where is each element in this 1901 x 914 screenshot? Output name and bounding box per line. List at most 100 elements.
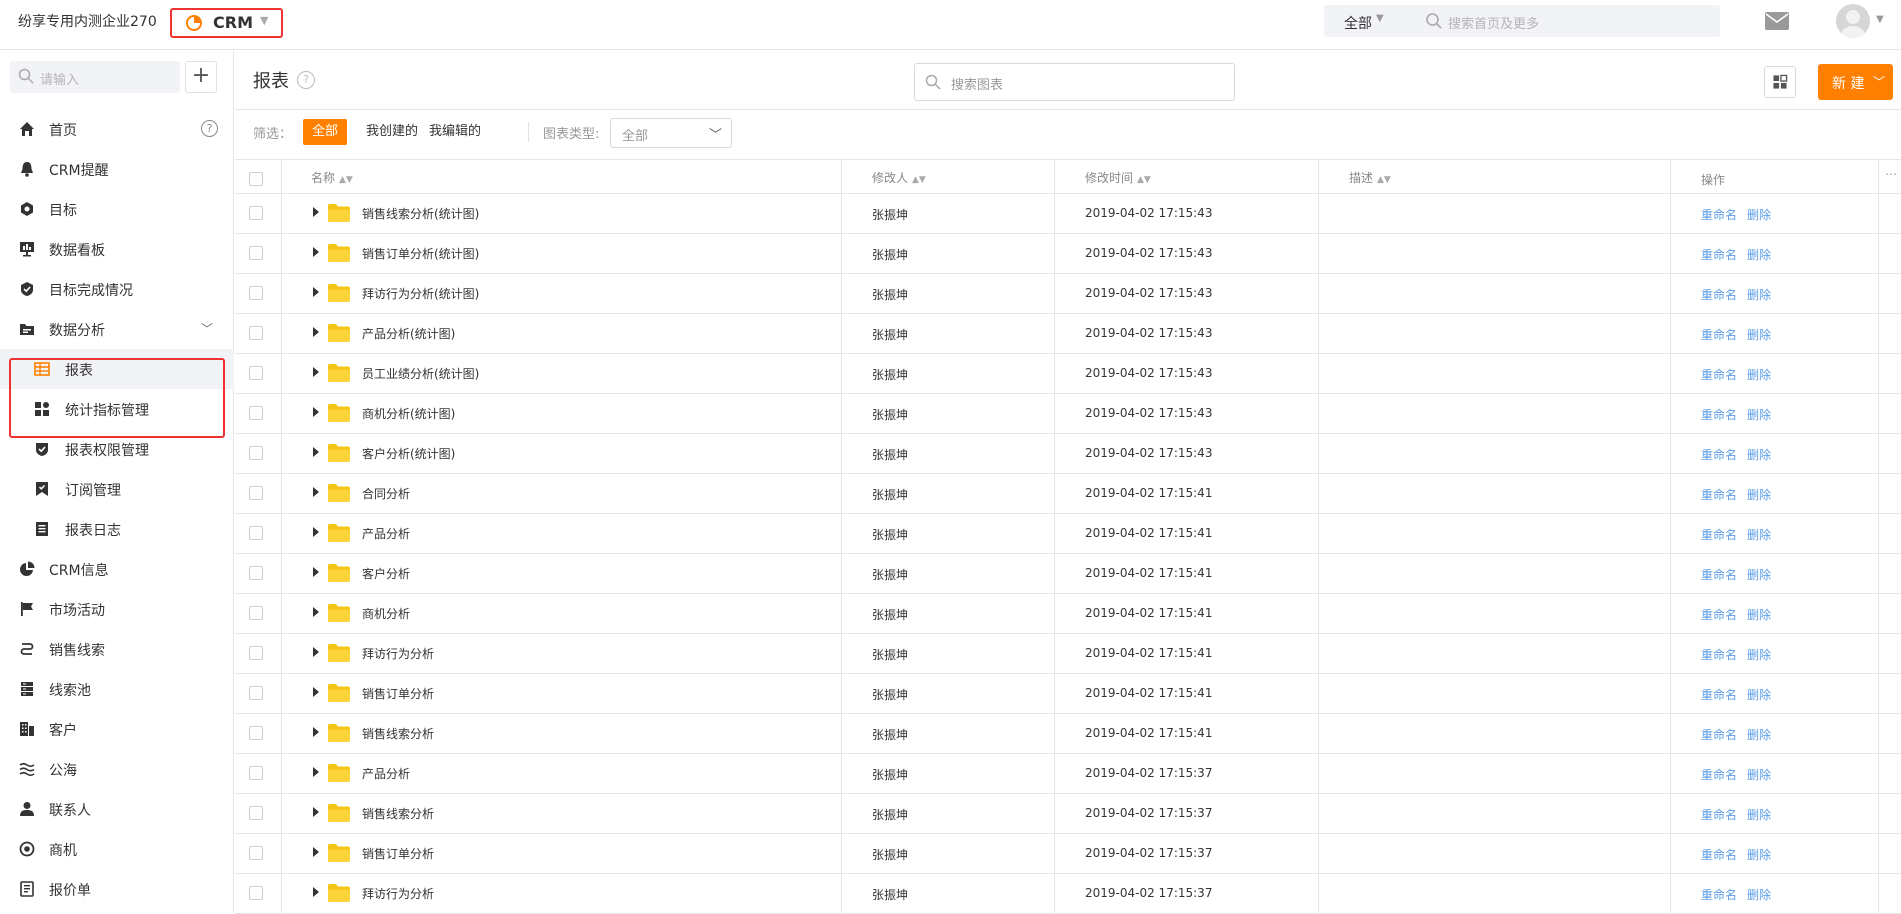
- sidebar-item-crm-reminder[interactable]: CRM提醒: [0, 149, 234, 189]
- row-checkbox[interactable]: [249, 806, 263, 820]
- rename-link[interactable]: 重命名: [1701, 606, 1737, 623]
- sidebar-item-lead-pool[interactable]: 线索池: [0, 669, 234, 709]
- rename-link[interactable]: 重命名: [1701, 206, 1737, 223]
- chart-search[interactable]: 搜索图表: [914, 63, 1235, 101]
- rename-link[interactable]: 重命名: [1701, 806, 1737, 823]
- report-name[interactable]: 客户分析: [362, 565, 410, 582]
- report-name[interactable]: 产品分析: [362, 525, 410, 542]
- sort-icon[interactable]: ▲▼: [1377, 175, 1391, 185]
- row-checkbox[interactable]: [249, 526, 263, 540]
- sidebar-item-report-log[interactable]: 报表日志: [0, 509, 234, 549]
- column-header-mtime[interactable]: 修改时间 ▲▼: [1085, 169, 1151, 186]
- table-row[interactable]: 产品分析 张振坤 2019-04-02 17:15:41 重命名 删除: [235, 514, 1901, 554]
- delete-link[interactable]: 删除: [1747, 286, 1771, 303]
- sidebar-item-home[interactable]: 首页 ?: [0, 109, 234, 149]
- table-row[interactable]: 员工业绩分析(统计图) 张振坤 2019-04-02 17:15:43 重命名 …: [235, 354, 1901, 394]
- delete-link[interactable]: 删除: [1747, 766, 1771, 783]
- rename-link[interactable]: 重命名: [1701, 406, 1737, 423]
- report-name[interactable]: 拜访行为分析: [362, 645, 434, 662]
- table-row[interactable]: 商机分析 张振坤 2019-04-02 17:15:41 重命名 删除: [235, 594, 1901, 634]
- delete-link[interactable]: 删除: [1747, 686, 1771, 703]
- report-name[interactable]: 拜访行为分析(统计图): [362, 285, 479, 302]
- report-name[interactable]: 销售线索分析: [362, 805, 434, 822]
- sidebar-item-contacts[interactable]: 联系人: [0, 789, 234, 829]
- table-row[interactable]: 合同分析 张振坤 2019-04-02 17:15:41 重命名 删除: [235, 474, 1901, 514]
- help-icon[interactable]: ?: [201, 120, 218, 137]
- table-row[interactable]: 销售线索分析 张振坤 2019-04-02 17:15:41 重命名 删除: [235, 714, 1901, 754]
- row-checkbox[interactable]: [249, 246, 263, 260]
- row-checkbox[interactable]: [249, 646, 263, 660]
- expand-arrow-icon[interactable]: [313, 687, 319, 697]
- row-checkbox[interactable]: [249, 206, 263, 220]
- row-checkbox[interactable]: [249, 446, 263, 460]
- help-icon[interactable]: ?: [297, 71, 315, 89]
- expand-arrow-icon[interactable]: [313, 407, 319, 417]
- column-header-name[interactable]: 名称 ▲▼: [311, 169, 353, 186]
- table-row[interactable]: 产品分析 张振坤 2019-04-02 17:15:37 重命名 删除: [235, 754, 1901, 794]
- delete-link[interactable]: 删除: [1747, 806, 1771, 823]
- table-row[interactable]: 销售订单分析 张振坤 2019-04-02 17:15:41 重命名 删除: [235, 674, 1901, 714]
- table-row[interactable]: 客户分析(统计图) 张振坤 2019-04-02 17:15:43 重命名 删除: [235, 434, 1901, 474]
- report-name[interactable]: 销售线索分析(统计图): [362, 205, 479, 222]
- sidebar-item-target-completion[interactable]: 目标完成情况: [0, 269, 234, 309]
- sidebar-item-public-sea[interactable]: 公海: [0, 749, 234, 789]
- expand-arrow-icon[interactable]: [313, 727, 319, 737]
- sort-icon[interactable]: ▲▼: [1137, 175, 1151, 185]
- filter-chip-edited-by-me[interactable]: 我编辑的: [420, 119, 490, 145]
- sidebar-item-data-analysis[interactable]: 数据分析 ﹀: [0, 309, 234, 349]
- report-name[interactable]: 拜访行为分析: [362, 885, 434, 902]
- sidebar-item-target[interactable]: 目标: [0, 189, 234, 229]
- row-checkbox[interactable]: [249, 286, 263, 300]
- sidebar-item-dashboard[interactable]: 数据看板: [0, 229, 234, 269]
- sidebar-item-marketing[interactable]: 市场活动: [0, 589, 234, 629]
- delete-link[interactable]: 删除: [1747, 846, 1771, 863]
- expand-arrow-icon[interactable]: [313, 767, 319, 777]
- row-checkbox[interactable]: [249, 686, 263, 700]
- row-checkbox[interactable]: [249, 326, 263, 340]
- report-name[interactable]: 产品分析(统计图): [362, 325, 455, 342]
- rename-link[interactable]: 重命名: [1701, 526, 1737, 543]
- sidebar-item-opportunity[interactable]: 商机: [0, 829, 234, 869]
- sidebar-item-quote[interactable]: 报价单: [0, 869, 234, 909]
- delete-link[interactable]: 删除: [1747, 606, 1771, 623]
- table-row[interactable]: 拜访行为分析(统计图) 张振坤 2019-04-02 17:15:43 重命名 …: [235, 274, 1901, 314]
- expand-arrow-icon[interactable]: [313, 287, 319, 297]
- report-name[interactable]: 销售订单分析: [362, 845, 434, 862]
- sidebar-item-subscription[interactable]: 订阅管理: [0, 469, 234, 509]
- rename-link[interactable]: 重命名: [1701, 886, 1737, 903]
- delete-link[interactable]: 删除: [1747, 366, 1771, 383]
- layout-toggle-button[interactable]: [1764, 66, 1796, 98]
- report-name[interactable]: 销售订单分析: [362, 685, 434, 702]
- sidebar-search-input[interactable]: 请输入: [40, 69, 79, 88]
- table-row[interactable]: 产品分析(统计图) 张振坤 2019-04-02 17:15:43 重命名 删除: [235, 314, 1901, 354]
- rename-link[interactable]: 重命名: [1701, 686, 1737, 703]
- chart-type-select[interactable]: 全部 ﹀: [610, 118, 732, 148]
- delete-link[interactable]: 删除: [1747, 446, 1771, 463]
- global-search-input[interactable]: 搜索首页及更多: [1448, 13, 1539, 32]
- select-all-checkbox[interactable]: [249, 172, 263, 186]
- delete-link[interactable]: 删除: [1747, 726, 1771, 743]
- new-button[interactable]: 新 建 ﹀: [1818, 64, 1893, 100]
- rename-link[interactable]: 重命名: [1701, 726, 1737, 743]
- report-name[interactable]: 合同分析: [362, 485, 410, 502]
- add-button[interactable]: +: [185, 61, 217, 93]
- row-checkbox[interactable]: [249, 726, 263, 740]
- sidebar-item-report-permission[interactable]: 报表权限管理: [0, 429, 234, 469]
- global-search[interactable]: 全部 ▼ 搜索首页及更多: [1324, 5, 1720, 37]
- rename-link[interactable]: 重命名: [1701, 766, 1737, 783]
- report-name[interactable]: 客户分析(统计图): [362, 445, 455, 462]
- rename-link[interactable]: 重命名: [1701, 446, 1737, 463]
- expand-arrow-icon[interactable]: [313, 247, 319, 257]
- sidebar-search[interactable]: 请输入: [10, 61, 180, 93]
- report-name[interactable]: 销售线索分析: [362, 725, 434, 742]
- filter-chip-created-by-me[interactable]: 我创建的: [357, 119, 427, 145]
- report-name[interactable]: 商机分析(统计图): [362, 405, 455, 422]
- report-name[interactable]: 员工业绩分析(统计图): [362, 365, 479, 382]
- app-switcher[interactable]: CRM ▼: [170, 8, 283, 38]
- row-checkbox[interactable]: [249, 886, 263, 900]
- delete-link[interactable]: 删除: [1747, 646, 1771, 663]
- table-row[interactable]: 客户分析 张振坤 2019-04-02 17:15:41 重命名 删除: [235, 554, 1901, 594]
- expand-arrow-icon[interactable]: [313, 527, 319, 537]
- sidebar-item-metric-management[interactable]: 统计指标管理: [0, 389, 234, 429]
- avatar[interactable]: [1836, 4, 1870, 38]
